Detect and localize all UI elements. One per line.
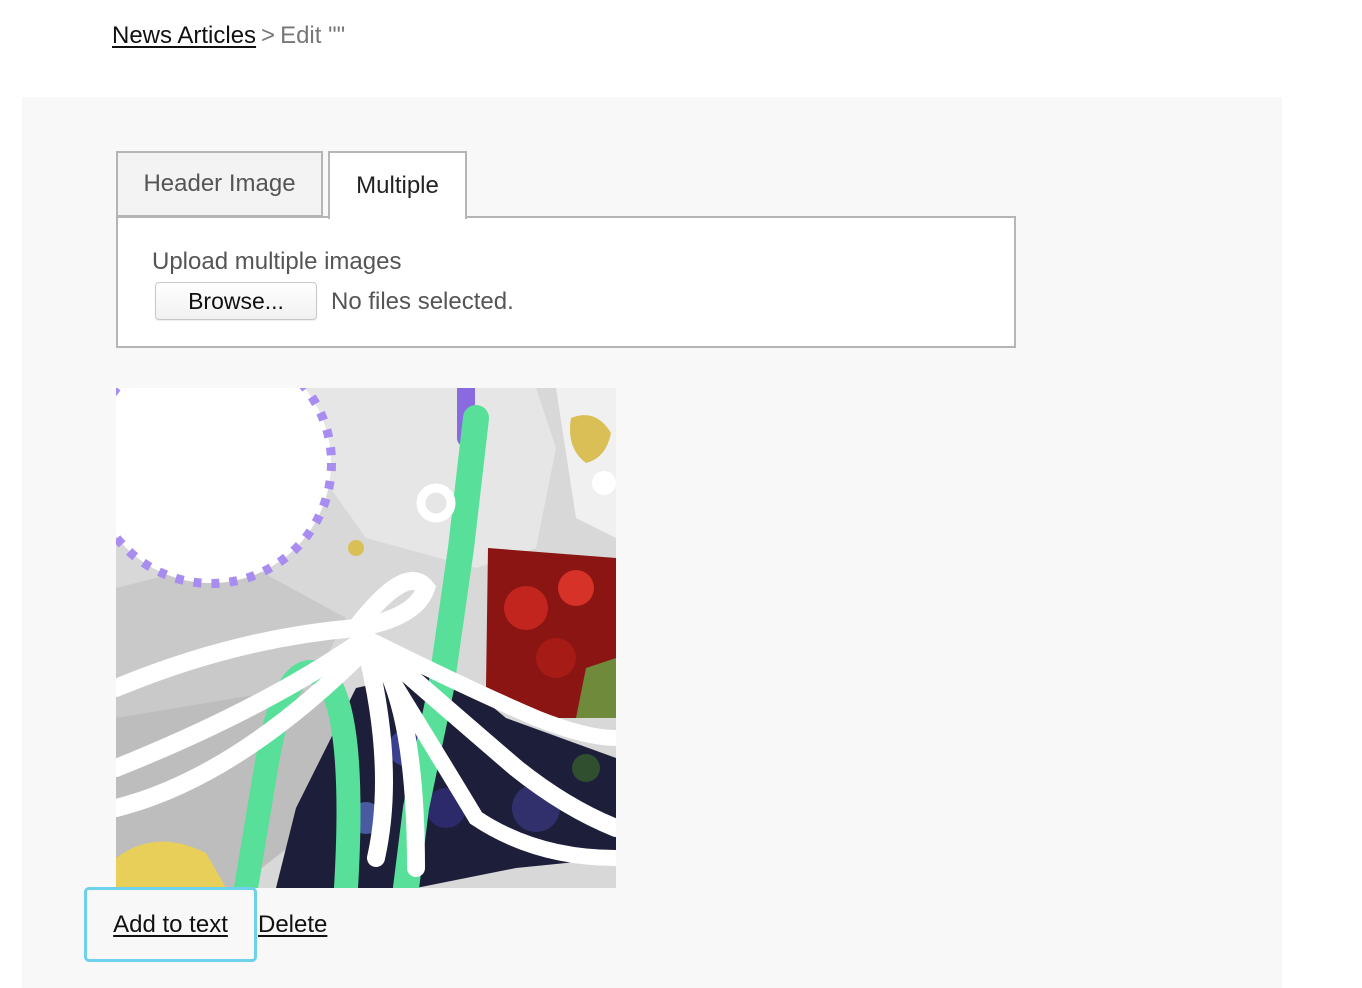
tab-header-image[interactable]: Header Image	[116, 151, 323, 217]
upload-multiple-label: Upload multiple images	[152, 248, 402, 275]
tab-multiple[interactable]: Multiple	[328, 151, 467, 219]
breadcrumb-separator: >	[261, 22, 276, 49]
thumbnail-artwork	[116, 388, 616, 888]
page: News Articles > Edit "" Header Image Multi…	[0, 0, 1362, 988]
uploaded-image-thumbnail	[116, 388, 616, 888]
breadcrumb-news-articles-link[interactable]: News Articles	[112, 22, 256, 49]
breadcrumb: News Articles > Edit ""	[112, 22, 345, 50]
delete-link[interactable]: Delete	[258, 911, 327, 939]
browse-button[interactable]: Browse...	[155, 282, 317, 320]
file-selection-status: No files selected.	[331, 288, 514, 315]
multiple-upload-panel: Upload multiple images Browse... No file…	[116, 216, 1016, 348]
add-to-text-link[interactable]: Add to text	[84, 887, 257, 962]
breadcrumb-current: Edit ""	[280, 22, 346, 49]
